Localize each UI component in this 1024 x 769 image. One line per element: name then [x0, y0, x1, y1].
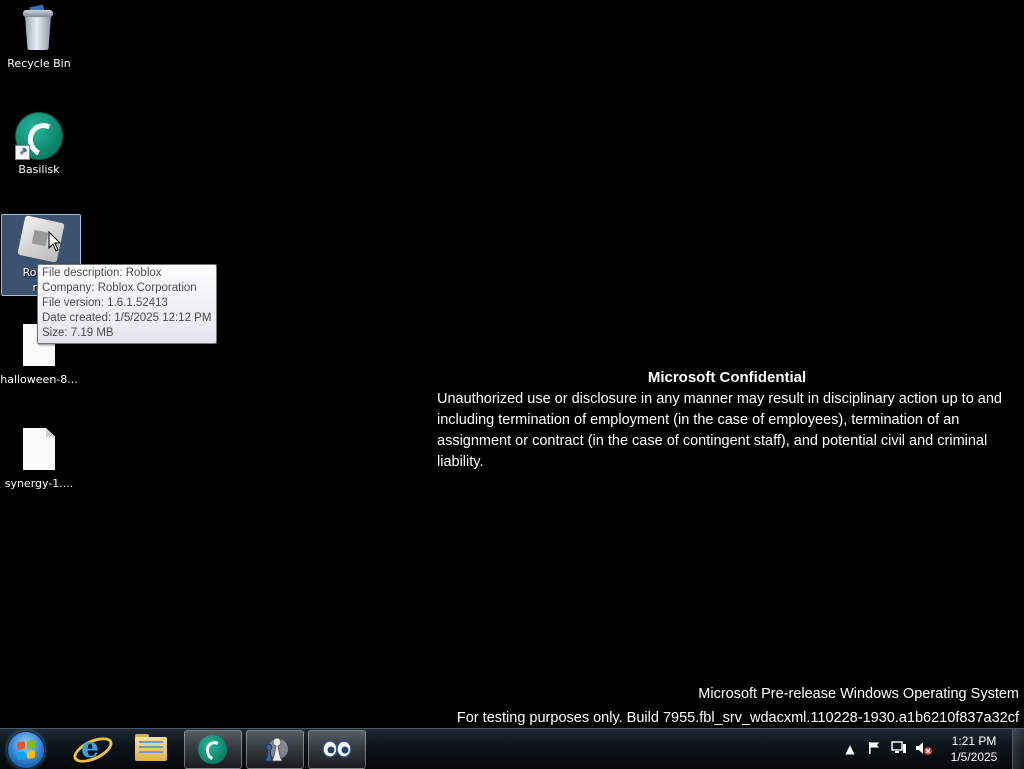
- mouse-cursor-icon: [48, 231, 62, 252]
- action-center-flag-icon: [869, 742, 879, 754]
- confidential-title: Microsoft Confidential: [647, 369, 807, 386]
- internet-explorer-icon: e: [81, 731, 99, 764]
- taskbar-button-windows-explorer[interactable]: [123, 730, 179, 767]
- build-string-text: For testing purposes only. Build 7955.fb…: [456, 710, 1019, 726]
- file-info-tooltip: File description: Roblox Company: Roblox…: [37, 264, 218, 344]
- taskbar-button-eyes[interactable]: [308, 730, 366, 769]
- desktop-icon-label: Basilisk: [18, 163, 60, 176]
- desktop-icon-synergy-file[interactable]: synergy-1....: [0, 426, 78, 491]
- desktop-icon-label: synergy-1....: [4, 477, 74, 490]
- desktop-icon-label: Recycle Bin: [7, 57, 71, 70]
- os-name-text: Microsoft Pre-release Windows Operating …: [698, 686, 1019, 702]
- chess-icon: [264, 737, 288, 762]
- action-center-button[interactable]: [866, 741, 882, 757]
- eyes-icon: [322, 740, 352, 758]
- start-button[interactable]: [7, 731, 45, 769]
- volume-muted-icon: [916, 742, 932, 755]
- tooltip-line: Date created: 1/5/2025 12:12 PM: [42, 312, 212, 324]
- volume-button[interactable]: [915, 741, 932, 757]
- clock-date: 1/5/2025: [950, 750, 998, 764]
- basilisk-icon: ↗: [15, 112, 65, 162]
- desktop-icon-recycle-bin[interactable]: Recycle Bin: [0, 4, 78, 71]
- tooltip-line: Size: 7.19 MB: [42, 327, 114, 339]
- taskbar-button-chess[interactable]: [246, 730, 304, 769]
- build-watermark: Microsoft Pre-release Windows Operating …: [457, 682, 1019, 730]
- desktop[interactable]: Recycle Bin ↗ Basilisk Roblox nst hallow…: [0, 0, 1024, 728]
- taskbar-clock[interactable]: 1:21 PM 1/5/2025: [938, 733, 1010, 765]
- network-button[interactable]: [891, 741, 907, 757]
- desktop-icon-label: halloween-8...: [0, 373, 78, 386]
- taskbar: e ▲ 1:21 PM 1/5/2025: [0, 728, 1024, 769]
- tooltip-line: File description: Roblox: [42, 267, 162, 279]
- show-hidden-icons-button[interactable]: ▲: [842, 741, 858, 757]
- clock-time: 1:21 PM: [951, 734, 997, 748]
- windows-start-orb-icon: [17, 740, 35, 760]
- confidential-body: Unauthorized use or disclosure in any ma…: [437, 391, 1002, 470]
- basilisk-icon: [198, 735, 227, 764]
- taskbar-button-internet-explorer[interactable]: e: [62, 730, 118, 768]
- network-icon: [891, 741, 906, 753]
- show-desktop-button[interactable]: [1012, 729, 1024, 769]
- blank-file-icon: [15, 426, 63, 474]
- confidential-notice: Microsoft Confidential Unauthorized use …: [437, 367, 1017, 473]
- show-hidden-icons-arrow: ▲: [845, 742, 855, 756]
- tooltip-line: File version: 1.6.1.52413: [42, 297, 168, 309]
- taskbar-button-basilisk[interactable]: [184, 730, 242, 769]
- desktop-icon-basilisk[interactable]: ↗ Basilisk: [0, 112, 78, 177]
- tooltip-line: Company: Roblox Corporation: [42, 282, 197, 294]
- shortcut-arrow-icon: ↗: [15, 145, 30, 160]
- recycle-bin-icon: [15, 4, 63, 54]
